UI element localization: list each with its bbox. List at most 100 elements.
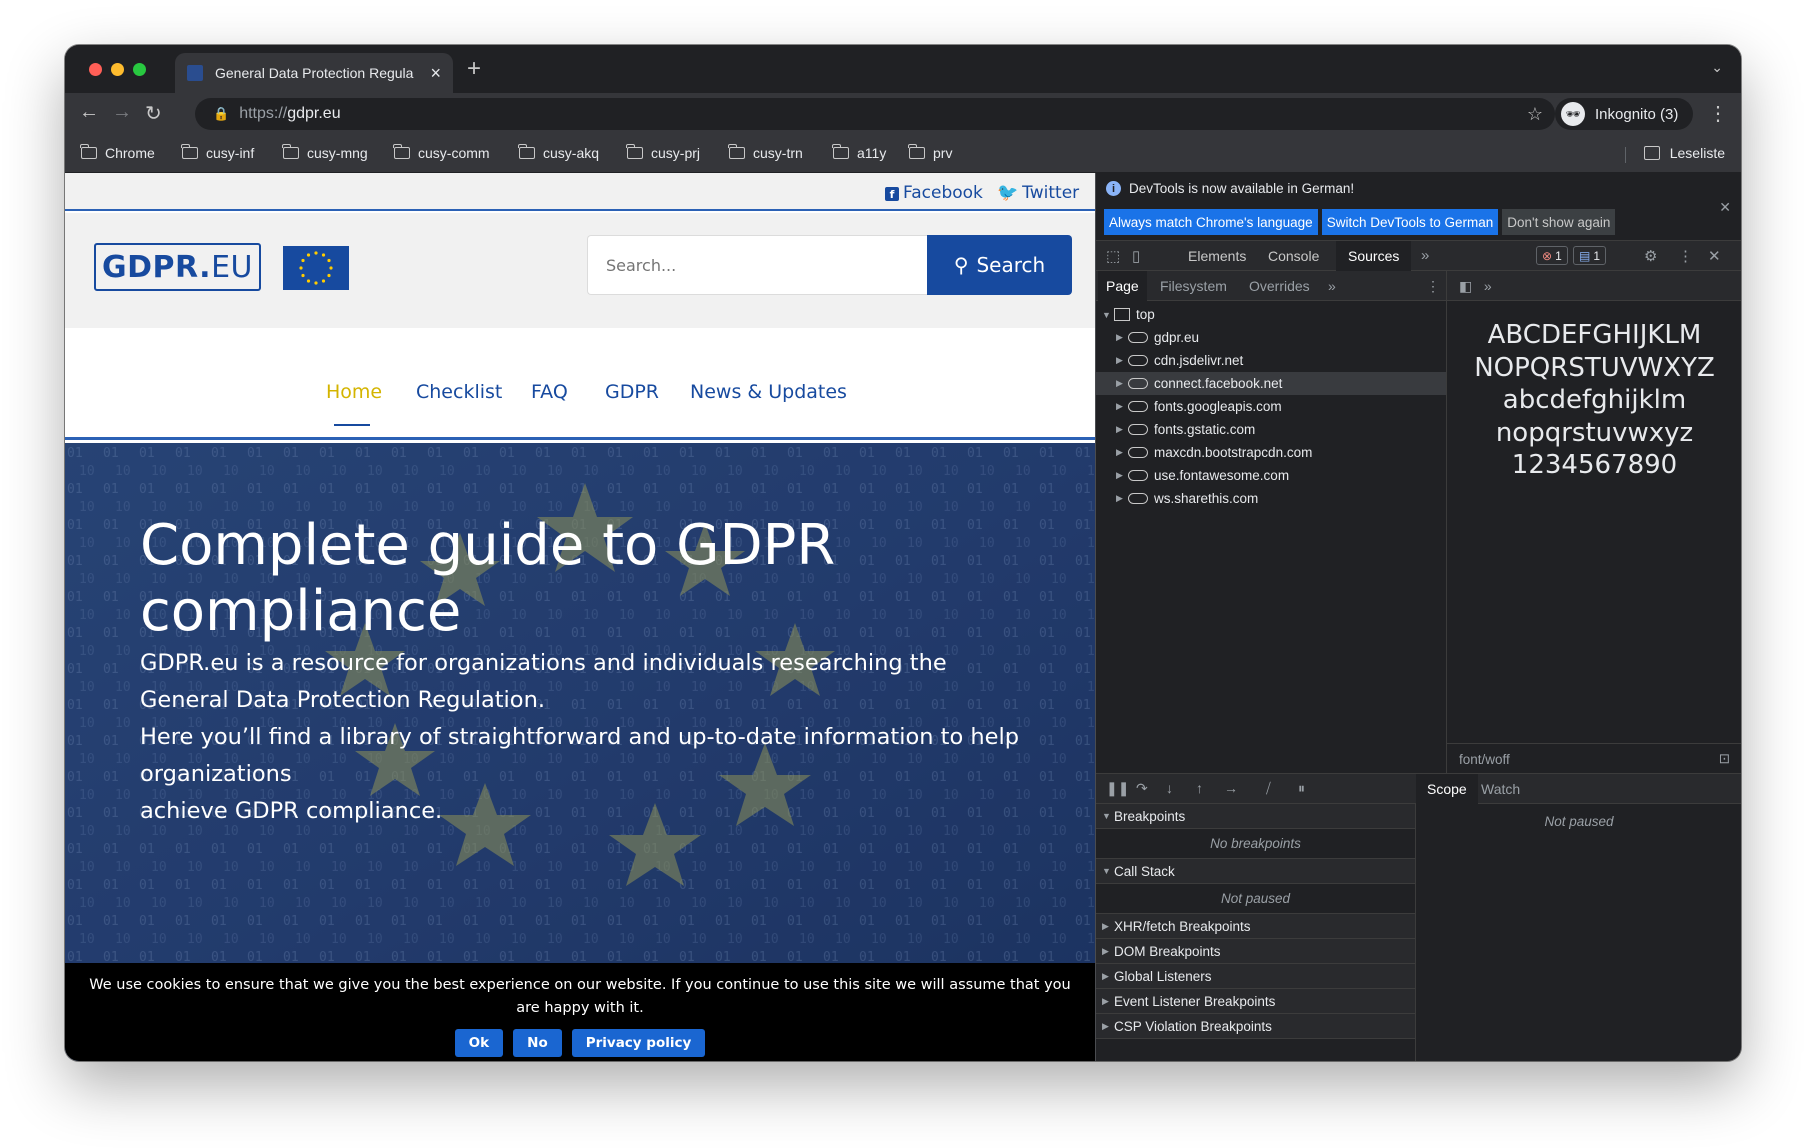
- section-global-listeners[interactable]: ▶ Global Listeners: [1096, 964, 1415, 989]
- cloud-icon: [1128, 332, 1148, 343]
- tab-watch[interactable]: Watch: [1481, 781, 1520, 797]
- tree-node[interactable]: ▶ ws.sharethis.com: [1096, 487, 1446, 510]
- step-into-icon[interactable]: ↓: [1166, 780, 1173, 796]
- subtab-filesystem[interactable]: Filesystem: [1160, 278, 1227, 294]
- step-icon[interactable]: →: [1224, 780, 1238, 796]
- tree-node[interactable]: ▶ gdpr.eu: [1096, 326, 1446, 349]
- nav-gdpr[interactable]: GDPR: [605, 381, 659, 403]
- forward-arrow-icon[interactable]: →: [112, 101, 132, 124]
- section-csp-violation-breakpoints[interactable]: ▶ CSP Violation Breakpoints: [1096, 1014, 1415, 1039]
- bookmark-folder[interactable]: cusy-comm: [393, 144, 490, 161]
- incognito-profile-button[interactable]: 🕶 Inkognito (3): [1555, 98, 1693, 130]
- cookie-ok-button[interactable]: Ok: [454, 1029, 504, 1057]
- step-over-icon[interactable]: ↷: [1136, 780, 1148, 797]
- tree-node[interactable]: ▶ fonts.gstatic.com: [1096, 418, 1446, 441]
- bookmark-folder[interactable]: cusy-inf: [181, 144, 254, 161]
- error-count-badge[interactable]: ⊗ 1: [1536, 246, 1568, 265]
- collapsed-triangle-icon: ▶: [1102, 970, 1109, 981]
- message-count-badge[interactable]: ▤ 1: [1573, 246, 1607, 265]
- nav-news-updates[interactable]: News & Updates: [690, 381, 847, 403]
- bookmark-folder[interactable]: cusy-mng: [282, 144, 368, 161]
- bookmark-folder[interactable]: prv: [908, 144, 952, 161]
- tab-search-chevron-icon[interactable]: ⌄: [1711, 59, 1723, 76]
- more-tabs-chevron-icon[interactable]: »: [1421, 247, 1429, 264]
- tree-node-selected[interactable]: ▶ connect.facebook.net: [1096, 372, 1446, 395]
- close-window-button[interactable]: [89, 63, 102, 76]
- search-input[interactable]: [587, 235, 927, 295]
- toggle-navigator-icon[interactable]: ◧: [1459, 278, 1472, 294]
- twitter-bird-icon: 🐦: [997, 183, 1019, 203]
- privacy-policy-button[interactable]: Privacy policy: [571, 1029, 706, 1057]
- collapsed-triangle-icon: ▶: [1102, 1020, 1109, 1031]
- facebook-link[interactable]: f Facebook: [885, 183, 983, 203]
- match-chrome-language-button[interactable]: Always match Chrome's language: [1104, 209, 1318, 235]
- preview-more-chevron-icon[interactable]: »: [1484, 278, 1492, 294]
- infobar-close-icon[interactable]: ✕: [1719, 199, 1731, 216]
- section-event-listener-breakpoints[interactable]: ▶ Event Listener Breakpoints: [1096, 989, 1415, 1014]
- bookmark-folder[interactable]: a11y: [832, 144, 886, 161]
- navigator-kebab-icon[interactable]: ⋮: [1426, 278, 1440, 295]
- nav-checklist[interactable]: Checklist: [416, 381, 502, 403]
- expanded-triangle-icon: ▼: [1102, 866, 1111, 876]
- lock-icon[interactable]: 🔒: [213, 106, 229, 122]
- cloud-icon: [1128, 493, 1148, 504]
- section-xhr-breakpoints[interactable]: ▶ XHR/fetch Breakpoints: [1096, 914, 1415, 939]
- tree-node-top[interactable]: ▼ top: [1096, 303, 1446, 326]
- reading-list-button[interactable]: Leseliste: [1643, 145, 1725, 161]
- browser-tab[interactable]: General Data Protection Regula ×: [175, 53, 453, 93]
- pause-icon[interactable]: ❚❚: [1106, 780, 1129, 797]
- tree-node[interactable]: ▶ use.fontawesome.com: [1096, 464, 1446, 487]
- bookmark-folder[interactable]: cusy-prj: [626, 144, 700, 161]
- tree-node[interactable]: ▶ cdn.jsdelivr.net: [1096, 349, 1446, 372]
- show-debugger-icon[interactable]: ⊡: [1719, 751, 1730, 767]
- minimize-window-button[interactable]: [111, 63, 124, 76]
- nav-home[interactable]: Home: [326, 381, 382, 403]
- sources-file-tree: ▼ top ▶ gdpr.eu ▶ cdn.jsdelivr.net ▶ connect…: [1096, 303, 1446, 510]
- tab-sources[interactable]: Sources: [1336, 241, 1412, 271]
- back-arrow-icon[interactable]: ←: [79, 101, 99, 124]
- gdpr-eu-logo[interactable]: GDPR. EU: [94, 243, 261, 291]
- address-bar[interactable]: 🔒 https://gdpr.eu ☆: [195, 98, 1555, 130]
- section-dom-breakpoints[interactable]: ▶ DOM Breakpoints: [1096, 939, 1415, 964]
- more-subtabs-chevron-icon[interactable]: »: [1328, 278, 1336, 294]
- bookmark-folder[interactable]: Chrome: [80, 144, 155, 161]
- close-devtools-icon[interactable]: ✕: [1708, 247, 1721, 265]
- subtab-page[interactable]: Page: [1098, 271, 1147, 301]
- inspect-element-icon[interactable]: ⬚: [1106, 247, 1120, 265]
- browser-menu-kebab-icon[interactable]: ⋮: [1708, 101, 1728, 126]
- collapsed-triangle-icon: ▶: [1116, 493, 1123, 503]
- switch-to-german-button[interactable]: Switch DevTools to German: [1321, 209, 1499, 235]
- bookmark-folder[interactable]: cusy-akq: [518, 144, 599, 161]
- cloud-icon: [1128, 355, 1148, 366]
- step-out-icon[interactable]: ↑: [1196, 780, 1203, 796]
- dont-show-again-button[interactable]: Don't show again: [1502, 209, 1616, 235]
- subtab-overrides[interactable]: Overrides: [1249, 278, 1310, 294]
- collapsed-triangle-icon: ▶: [1116, 378, 1123, 388]
- device-toolbar-icon[interactable]: ▯: [1132, 247, 1140, 265]
- close-tab-icon[interactable]: ×: [430, 63, 441, 84]
- nav-faq[interactable]: FAQ: [531, 381, 568, 403]
- bookmark-star-icon[interactable]: ☆: [1527, 104, 1543, 125]
- infobar-buttons: Always match Chrome's language Switch De…: [1104, 209, 1616, 235]
- settings-gear-icon[interactable]: ⚙: [1644, 247, 1657, 265]
- reload-icon[interactable]: ↻: [145, 101, 162, 126]
- deactivate-breakpoints-icon[interactable]: ⧸: [1266, 780, 1271, 797]
- tab-console[interactable]: Console: [1268, 248, 1319, 264]
- cookie-no-button[interactable]: No: [513, 1029, 562, 1057]
- collapsed-triangle-icon: ▶: [1116, 424, 1123, 434]
- tree-node[interactable]: ▶ fonts.googleapis.com: [1096, 395, 1446, 418]
- sources-navigator-tabs: Page Filesystem Overrides » ⋮: [1096, 271, 1446, 301]
- tree-node[interactable]: ▶ maxcdn.bootstrapcdn.com: [1096, 441, 1446, 464]
- pause-on-exceptions-icon[interactable]: ⏸: [1298, 780, 1305, 797]
- devtools-menu-kebab-icon[interactable]: ⋮: [1678, 247, 1693, 265]
- zoom-window-button[interactable]: [133, 63, 146, 76]
- bookmark-folder[interactable]: cusy-trn: [728, 144, 803, 161]
- error-icon: ⊗: [1542, 248, 1553, 263]
- new-tab-plus-icon[interactable]: +: [467, 55, 481, 83]
- tab-elements[interactable]: Elements: [1188, 248, 1246, 264]
- section-breakpoints[interactable]: ▼ Breakpoints: [1096, 804, 1415, 829]
- twitter-link[interactable]: 🐦 Twitter: [997, 183, 1079, 203]
- search-button[interactable]: ⚲ Search: [927, 235, 1072, 295]
- tab-scope[interactable]: Scope: [1416, 774, 1478, 804]
- section-call-stack[interactable]: ▼ Call Stack: [1096, 859, 1415, 884]
